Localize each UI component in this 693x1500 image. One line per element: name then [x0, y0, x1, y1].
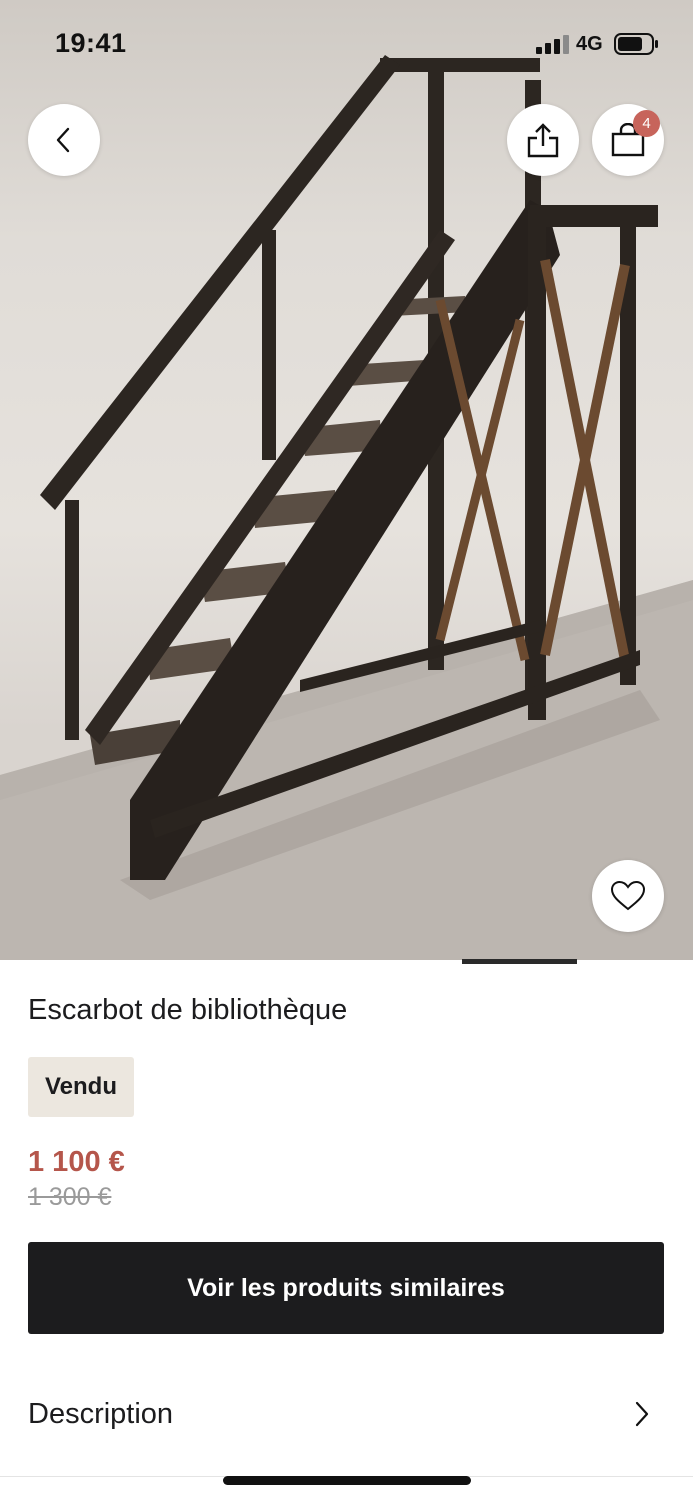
- ladder-photo: [0, 55, 693, 960]
- status-bar: 19:41 4G: [0, 0, 693, 90]
- product-title: Escarbot de bibliothèque: [28, 994, 348, 1026]
- current-price: 1 100 €: [28, 1146, 125, 1178]
- cellular-signal-icon: [536, 35, 569, 54]
- home-indicator[interactable]: [223, 1476, 471, 1485]
- share-button[interactable]: [507, 104, 579, 176]
- cart-button[interactable]: 4: [592, 104, 664, 176]
- description-label: Description: [28, 1397, 174, 1430]
- chevron-right-icon: [635, 1401, 649, 1427]
- status-time: 19:41: [55, 28, 127, 58]
- back-button[interactable]: [28, 104, 100, 176]
- image-pager-indicator: [462, 959, 577, 964]
- network-type: 4G: [576, 33, 603, 55]
- back-chevron-icon: [56, 127, 70, 153]
- favorite-button[interactable]: [592, 860, 664, 932]
- battery-icon: [614, 33, 658, 55]
- similar-products-button[interactable]: Voir les produits similaires: [28, 1242, 664, 1334]
- original-price: 1 300 €: [28, 1183, 112, 1211]
- cart-count-badge: 4: [633, 110, 660, 137]
- product-image[interactable]: [0, 0, 693, 960]
- description-row[interactable]: Description: [28, 1370, 664, 1458]
- sold-status-badge: Vendu: [28, 1057, 134, 1117]
- share-icon: [527, 123, 559, 158]
- heart-icon: [610, 880, 646, 911]
